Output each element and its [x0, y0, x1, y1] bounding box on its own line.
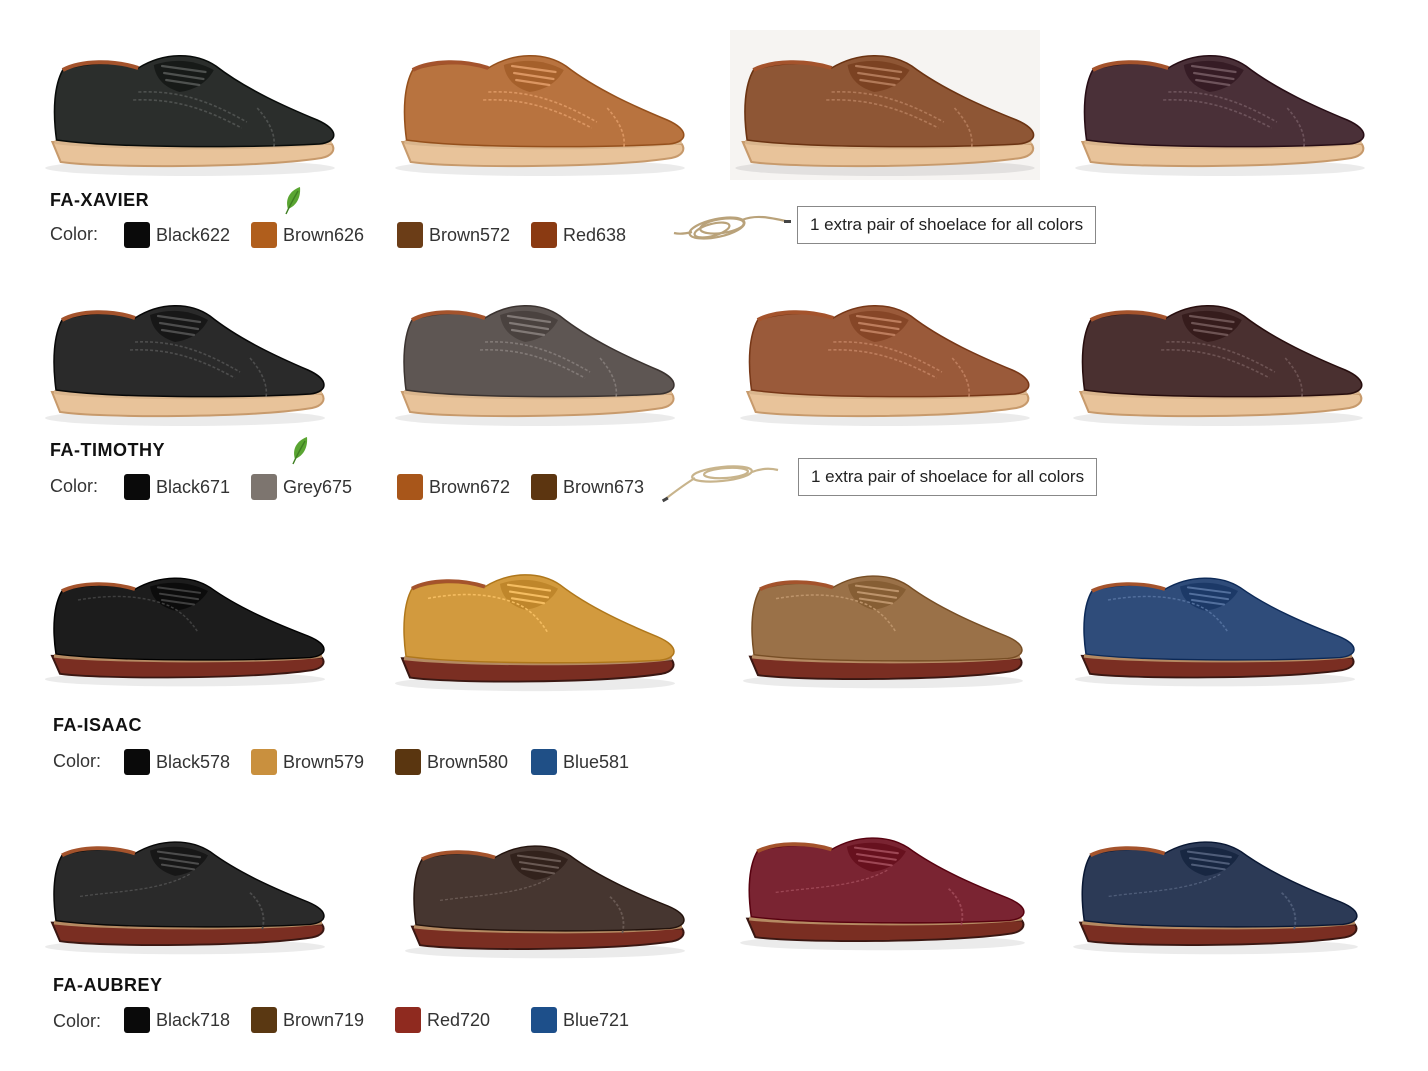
color-swatch [124, 222, 150, 248]
product-name: FA-XAVIER [50, 190, 150, 210]
shoe-image[interactable] [730, 30, 1040, 180]
shoe-illustration [1075, 55, 1365, 176]
shoe-image[interactable] [1068, 818, 1363, 958]
color-option[interactable]: Brown579 [251, 749, 364, 775]
shoe-image[interactable] [735, 814, 1030, 954]
shoe-image[interactable] [1068, 280, 1368, 430]
product-section-isaac: FA-ISAAC Color: Black578 Brown579 Brown5… [0, 540, 1428, 800]
product-section-timothy: FA-TIMOTHY Color: Black671 Grey675 Brown… [0, 270, 1428, 520]
color-swatch [124, 1007, 150, 1033]
color-swatch [397, 474, 423, 500]
color-name: Blue581 [563, 751, 630, 772]
color-option[interactable]: Black718 [124, 1007, 230, 1033]
color-swatch [395, 1007, 421, 1033]
shoe-image[interactable] [735, 280, 1035, 430]
shoe-image[interactable] [40, 555, 330, 690]
color-name: Brown719 [283, 1009, 365, 1030]
color-swatch [531, 222, 557, 248]
shoe-illustration [45, 55, 335, 176]
color-option[interactable]: Brown580 [395, 749, 508, 775]
color-option[interactable]: Red720 [395, 1007, 490, 1033]
shoe-illustration [740, 837, 1025, 951]
color-label: Color: [50, 224, 99, 244]
color-swatch [251, 222, 277, 248]
color-name: Black718 [156, 1009, 231, 1030]
color-label: Color: [53, 751, 102, 771]
color-name: Blue721 [563, 1009, 630, 1030]
color-swatch [124, 749, 150, 775]
color-option[interactable]: Blue581 [531, 749, 629, 775]
color-option[interactable]: Brown672 [397, 474, 510, 500]
product-name: FA-AUBREY [53, 975, 163, 995]
shoe-illustration [45, 305, 325, 426]
product-name: FA-TIMOTHY [50, 440, 165, 460]
color-swatch [397, 222, 423, 248]
color-option[interactable]: Black671 [124, 474, 230, 500]
color-option[interactable]: Red638 [531, 222, 626, 248]
shoe-illustration [1073, 841, 1358, 955]
product-section-xavier: FA-XAVIER Color: Black622 Brown626 Brown… [0, 0, 1428, 270]
color-name: Black578 [156, 751, 231, 772]
shoe-illustration [395, 305, 675, 426]
color-name: Brown580 [427, 751, 509, 772]
shoe-image[interactable] [400, 822, 690, 962]
color-swatch [531, 749, 557, 775]
shoe-illustration [395, 574, 675, 692]
color-name: Black622 [156, 224, 231, 245]
shoe-illustration [405, 845, 685, 959]
shoe-image[interactable] [1070, 555, 1360, 690]
shoe-image[interactable] [738, 552, 1028, 692]
color-label: Color: [50, 476, 99, 496]
shoe-illustration [45, 841, 325, 955]
product-section-aubrey: FA-AUBREY Color: Black718 Brown719 Red72… [0, 800, 1428, 1071]
color-swatch [251, 1007, 277, 1033]
shoe-illustration [395, 55, 685, 176]
shoelace-note: 1 extra pair of shoelace for all colors [798, 458, 1098, 496]
product-name: FA-ISAAC [53, 715, 142, 735]
color-option[interactable]: Black578 [124, 749, 230, 775]
color-name: Red720 [427, 1009, 491, 1030]
shoe-image[interactable] [390, 280, 680, 430]
color-name: Red638 [563, 224, 627, 245]
shoelace-icon [673, 215, 791, 240]
color-name: Brown572 [429, 224, 511, 245]
shoe-illustration [45, 577, 325, 687]
color-swatch [395, 749, 421, 775]
shoe-illustration [740, 305, 1030, 426]
color-swatch [251, 749, 277, 775]
color-name: Brown579 [283, 751, 365, 772]
color-name: Brown626 [283, 224, 365, 245]
shoe-image[interactable] [40, 818, 330, 958]
color-name: Brown672 [429, 476, 511, 497]
color-swatch [531, 474, 557, 500]
shoe-image[interactable] [390, 30, 690, 180]
shoe-image[interactable] [390, 550, 680, 695]
color-swatch [531, 1007, 557, 1033]
color-option[interactable]: Blue721 [531, 1007, 629, 1033]
shoe-illustration [735, 55, 1035, 176]
shoe-image[interactable] [40, 280, 330, 430]
color-option[interactable]: Brown572 [397, 222, 510, 248]
shoe-image[interactable] [1070, 30, 1370, 180]
leaf-icon [292, 437, 308, 465]
color-name: Black671 [156, 476, 231, 497]
color-name: Brown673 [563, 476, 645, 497]
shoe-illustration [1075, 577, 1355, 687]
color-option[interactable]: Black622 [124, 222, 230, 248]
color-swatch [124, 474, 150, 500]
shoe-illustration [1073, 305, 1363, 426]
color-option[interactable]: Brown626 [251, 222, 364, 248]
shoelace-note: 1 extra pair of shoelace for all colors [797, 206, 1097, 244]
color-swatch [251, 474, 277, 500]
color-option[interactable]: Brown719 [251, 1007, 364, 1033]
color-option[interactable]: Brown673 [531, 474, 644, 500]
leaf-icon [285, 187, 301, 215]
shoelace-icon [661, 465, 779, 503]
shoe-image[interactable] [40, 30, 340, 180]
color-name: Grey675 [283, 476, 353, 497]
color-option[interactable]: Grey675 [251, 474, 352, 500]
shoe-illustration [743, 575, 1023, 689]
color-label: Color: [53, 1011, 102, 1031]
